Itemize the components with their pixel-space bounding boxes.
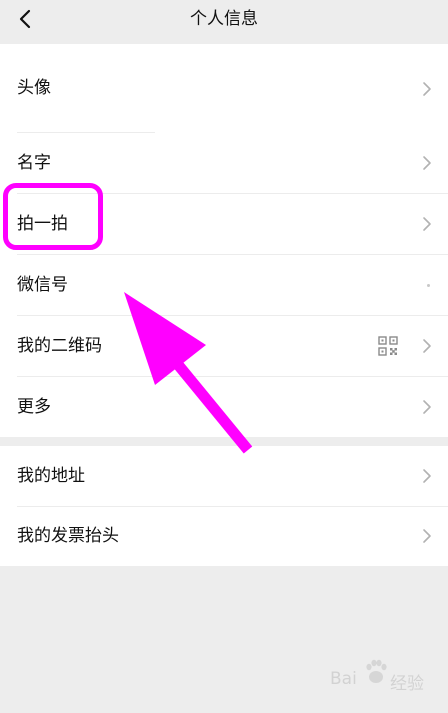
row-address[interactable]: 我的地址 bbox=[0, 446, 448, 506]
row-avatar[interactable]: 头像 bbox=[0, 44, 448, 132]
chevron-right-icon bbox=[423, 156, 431, 170]
chevron-right-icon bbox=[423, 217, 431, 231]
settings-group-secondary: 我的地址 我的发票抬头 bbox=[0, 446, 448, 566]
highlight-box bbox=[3, 183, 103, 250]
chevron-right-icon bbox=[423, 400, 431, 414]
chevron-right-icon bbox=[423, 82, 431, 96]
navigation-bar: 个人信息 bbox=[0, 0, 448, 44]
chevron-right-icon bbox=[423, 469, 431, 483]
watermark-logo: Bai 经验 bbox=[330, 655, 440, 695]
row-qr-code-label: 我的二维码 bbox=[17, 336, 102, 356]
paw-icon bbox=[366, 659, 387, 683]
row-qr-code[interactable]: 我的二维码 bbox=[0, 316, 448, 376]
row-wechat-id[interactable]: 微信号 bbox=[0, 255, 448, 315]
row-name-label: 名字 bbox=[17, 153, 51, 173]
watermark-text-right: 经验 bbox=[390, 674, 424, 694]
chevron-right-icon bbox=[423, 339, 431, 353]
page-title: 个人信息 bbox=[190, 9, 258, 29]
watermark-text-left: Bai bbox=[330, 669, 357, 689]
row-invoice-title[interactable]: 我的发票抬头 bbox=[0, 507, 448, 566]
row-wechat-id-label: 微信号 bbox=[17, 275, 68, 295]
chevron-right-icon bbox=[423, 529, 431, 543]
qr-code-icon bbox=[378, 336, 398, 356]
dot-icon bbox=[427, 284, 430, 287]
row-invoice-title-label: 我的发票抬头 bbox=[17, 526, 119, 546]
row-more-label: 更多 bbox=[17, 397, 51, 417]
row-avatar-label: 头像 bbox=[17, 78, 51, 98]
row-more[interactable]: 更多 bbox=[0, 377, 448, 437]
row-address-label: 我的地址 bbox=[17, 466, 85, 486]
